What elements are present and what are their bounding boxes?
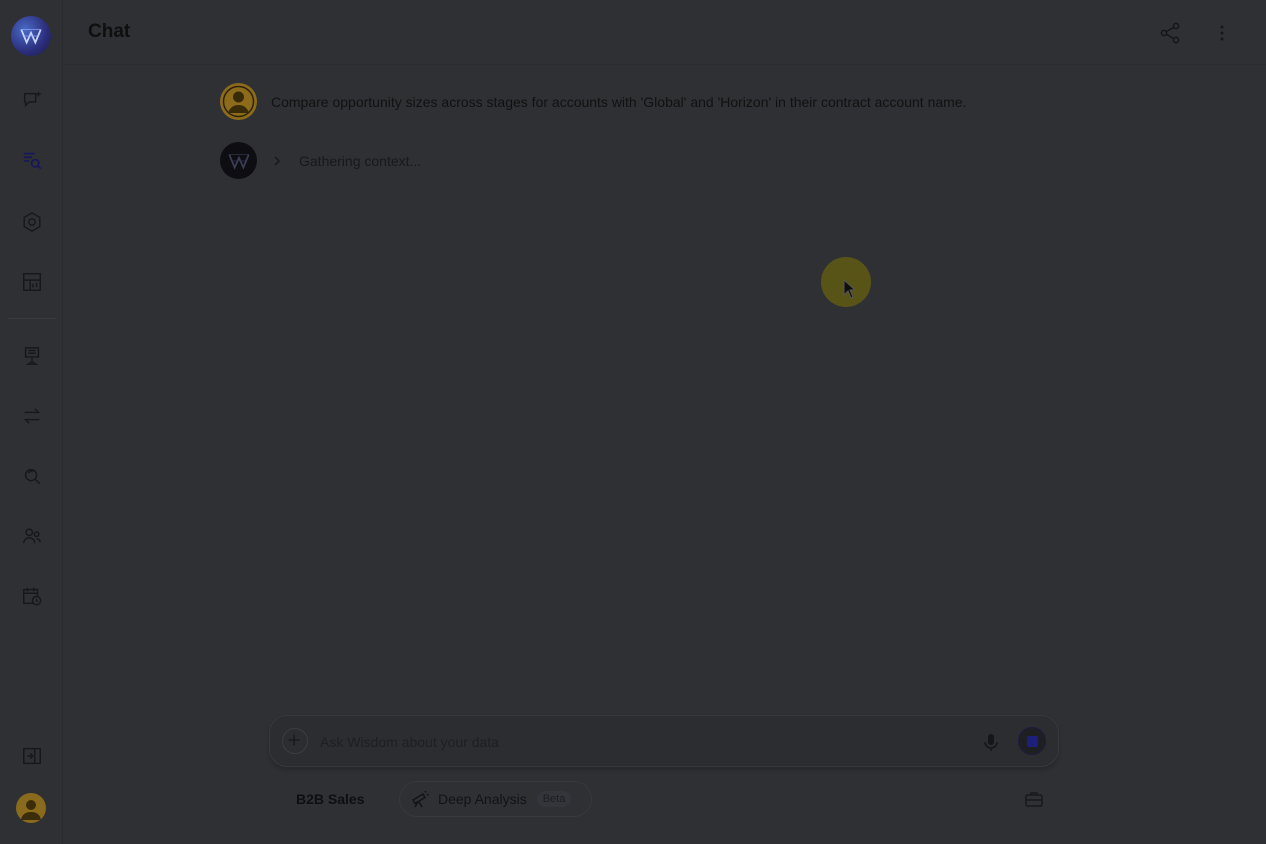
app-logo[interactable] xyxy=(11,16,51,56)
pipeline-icon[interactable] xyxy=(20,344,44,368)
stop-generation-button[interactable] xyxy=(1018,727,1046,755)
deep-analysis-label: Deep Analysis xyxy=(438,791,527,807)
chat-composer xyxy=(269,715,1059,767)
search-list-icon[interactable] xyxy=(20,148,44,172)
user-avatar xyxy=(220,83,257,120)
transfer-icon[interactable] xyxy=(20,404,44,428)
deep-analysis-toggle[interactable]: Deep Analysis Beta xyxy=(399,781,592,817)
settings-cog-icon[interactable] xyxy=(20,210,44,234)
sidebar xyxy=(0,0,63,844)
new-chat-icon[interactable] xyxy=(20,88,44,112)
data-context-label[interactable]: B2B Sales xyxy=(296,791,364,807)
more-options-icon[interactable] xyxy=(1214,21,1230,45)
assistant-status-text: Gathering context... xyxy=(299,152,422,169)
assistant-avatar xyxy=(220,142,257,179)
share-icon[interactable] xyxy=(1158,21,1182,45)
collapse-sidebar-icon[interactable] xyxy=(20,744,44,768)
beta-badge: Beta xyxy=(536,791,572,807)
account-avatar[interactable] xyxy=(16,793,46,823)
page-title: Chat xyxy=(88,21,131,42)
dashboard-icon[interactable] xyxy=(20,270,44,294)
mouse-cursor-icon xyxy=(843,279,857,299)
user-message-text: Compare opportunity sizes across stages … xyxy=(271,93,967,110)
add-attachment-button[interactable] xyxy=(282,728,308,754)
toolbox-icon[interactable] xyxy=(1022,787,1046,811)
chat-header: Chat xyxy=(63,0,1266,65)
microphone-icon[interactable] xyxy=(980,731,1002,753)
users-icon[interactable] xyxy=(20,524,44,548)
stop-icon xyxy=(1026,735,1038,747)
telescope-icon xyxy=(410,789,430,809)
chevron-right-icon[interactable] xyxy=(269,153,285,169)
calendar-clock-icon[interactable] xyxy=(20,584,44,608)
sidebar-divider xyxy=(8,318,56,319)
chat-input[interactable] xyxy=(318,730,962,754)
refresh-search-icon[interactable] xyxy=(20,464,44,488)
assistant-message: Gathering context... xyxy=(220,142,421,179)
user-message: Compare opportunity sizes across stages … xyxy=(220,83,966,120)
